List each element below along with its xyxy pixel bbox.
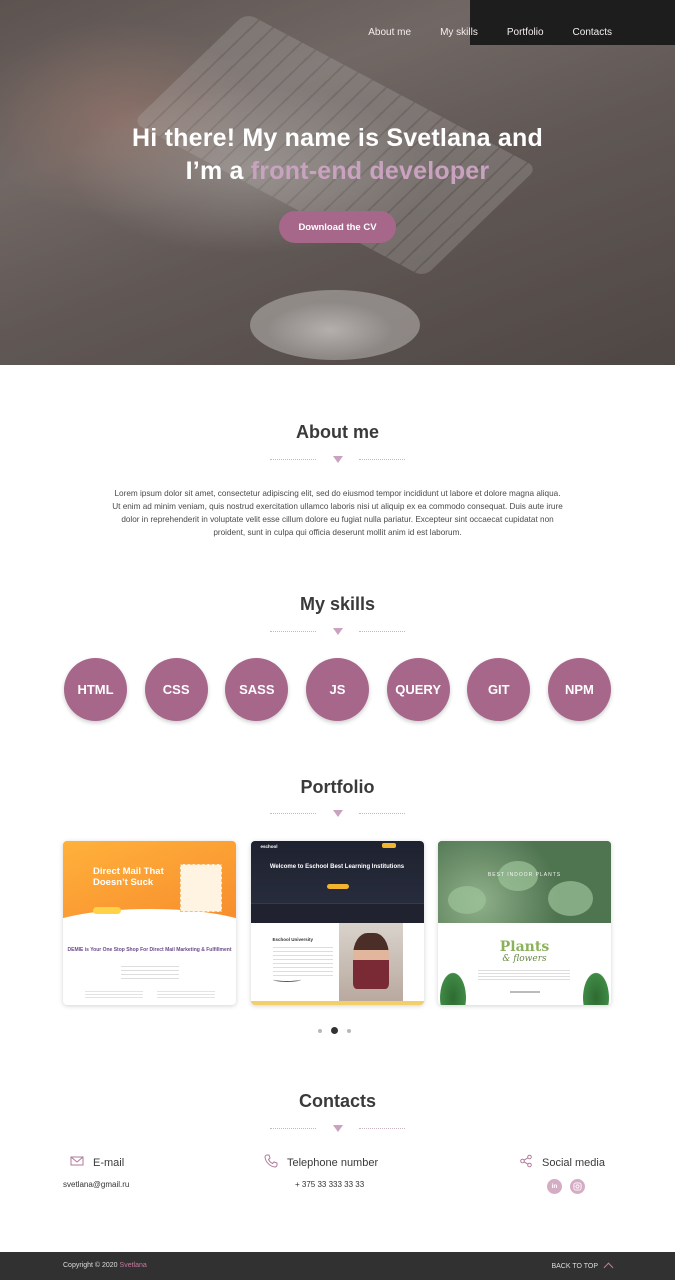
card-headline: Direct Mail That Doesn’t Suck — [93, 866, 164, 888]
carousel-dot-1[interactable] — [318, 1028, 322, 1033]
about-divider — [270, 454, 405, 464]
email-heading: E-mail — [70, 1154, 124, 1171]
portfolio-card-eschool[interactable]: eschool Welcome to Eschool Best Learning… — [250, 841, 424, 1005]
nav-portfolio[interactable]: Portfolio — [507, 27, 544, 38]
card-section-title: Eschool University — [272, 937, 314, 942]
skills-divider — [270, 626, 405, 636]
nav-about[interactable]: About me — [368, 27, 411, 38]
card-subtitle: DEMIE is Your One Stop Shop For Direct M… — [67, 947, 232, 953]
footer: Copyright © 2020 Svetlana BACK TO TOP — [0, 1252, 675, 1280]
hero-title-prefix: I’m a — [185, 157, 251, 185]
triangle-icon — [332, 809, 343, 817]
card-title: Plants — [499, 939, 550, 955]
nav-contacts[interactable]: Contacts — [573, 27, 612, 38]
hero-title-accent: front-end developer — [250, 157, 490, 185]
linkedin-icon[interactable]: in — [547, 1179, 562, 1194]
back-to-top-button[interactable]: BACK TO TOP — [551, 1261, 614, 1273]
skill-sass: SASS — [225, 658, 289, 721]
email-label: E-mail — [93, 1156, 125, 1169]
skill-npm: NPM — [547, 658, 611, 721]
portfolio-card-plants[interactable]: BEST INDOOR PLANTS Plants & flowers — [438, 841, 611, 1005]
portfolio-divider — [270, 808, 405, 818]
contacts-divider — [270, 1123, 405, 1133]
phone-label: Telephone number — [287, 1156, 379, 1169]
phone-heading: Telephone number — [264, 1154, 378, 1171]
card-logo: eschool — [260, 844, 278, 849]
card-title-sub: & flowers — [502, 954, 547, 964]
hero-title-line1: Hi there! My name is Svetlana and — [132, 124, 543, 152]
card-headline: Welcome to Eschool Best Learning Institu… — [269, 864, 405, 870]
portfolio-card-direct-mail[interactable]: Direct Mail That Doesn’t Suck DEMIE is Y… — [63, 841, 236, 1005]
phone-link[interactable]: + 375 33 333 33 33 — [295, 1180, 364, 1189]
carousel-dot-3[interactable] — [347, 1028, 351, 1033]
about-text: Lorem ipsum dolor sit amet, consectetur … — [112, 489, 563, 537]
hero-banner: About me My skills Portfolio Contacts Hi… — [0, 0, 675, 365]
phone-icon — [264, 1154, 278, 1171]
triangle-icon — [332, 1124, 343, 1132]
chevron-up-icon — [603, 1262, 614, 1273]
skills-list: HTML CSS SASS JS QUERY GIT NPM — [64, 658, 611, 721]
card-headline: BEST INDOOR PLANTS — [487, 872, 562, 878]
contacts-title: Contacts — [298, 1091, 376, 1111]
skill-html: HTML — [64, 658, 127, 721]
skill-query: QUERY — [386, 658, 450, 721]
nav-skills[interactable]: My skills — [440, 27, 478, 38]
main-nav: About me My skills Portfolio Contacts — [368, 27, 612, 38]
hero-title: Hi there! My name is Svetlana and I’m a … — [0, 122, 675, 188]
email-link[interactable]: svetlana@gmail.ru — [63, 1180, 129, 1189]
mail-icon — [70, 1154, 84, 1171]
portfolio-carousel: Direct Mail That Doesn’t Suck DEMIE is Y… — [63, 841, 611, 1005]
skill-git: GIT — [467, 658, 531, 721]
triangle-icon — [332, 627, 343, 635]
copyright-name: Svetlana — [119, 1262, 147, 1269]
share-icon — [519, 1154, 533, 1171]
back-to-top-label: BACK TO TOP — [551, 1262, 598, 1270]
social-links: in — [547, 1179, 585, 1194]
about-title: About me — [296, 422, 379, 442]
carousel-pagination — [318, 1027, 351, 1034]
download-cv-button[interactable]: Download the CV — [279, 211, 396, 243]
social-heading: Social media — [519, 1154, 605, 1171]
triangle-icon — [332, 455, 343, 463]
skills-title: My skills — [299, 594, 376, 614]
skill-css: CSS — [144, 658, 208, 721]
instagram-icon[interactable] — [570, 1179, 585, 1194]
copyright: Copyright © 2020 Svetlana — [63, 1262, 147, 1269]
social-label: Social media — [542, 1156, 605, 1169]
skill-js: JS — [305, 658, 369, 721]
portfolio-title: Portfolio — [300, 777, 375, 797]
carousel-dot-2[interactable] — [331, 1027, 338, 1034]
